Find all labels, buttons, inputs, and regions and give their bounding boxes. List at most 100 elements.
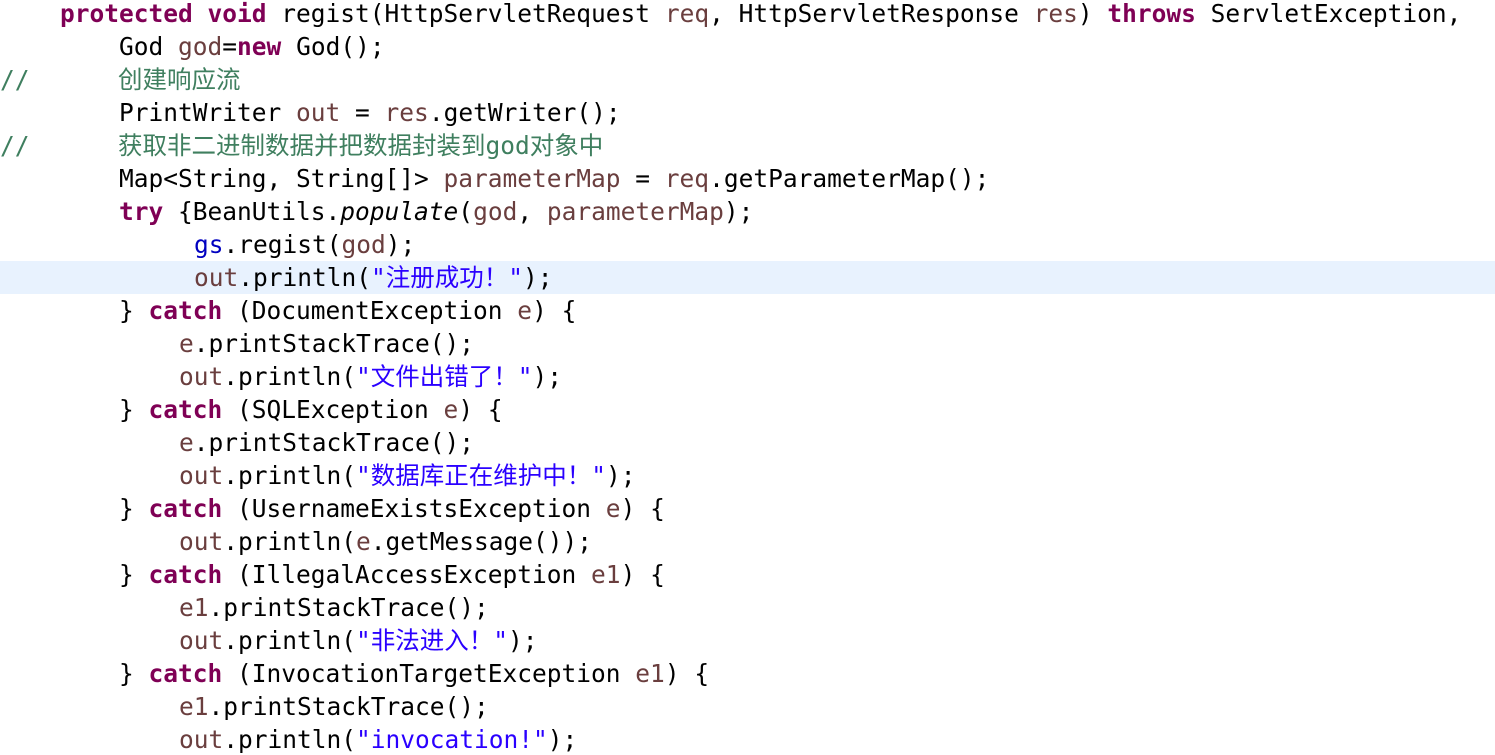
code-line[interactable]: God god=new God(); <box>0 30 1495 63</box>
code-token: .getParameterMap(); <box>709 164 990 193</box>
code-token: .getMessage()); <box>370 527 593 556</box>
code-token: PrintWriter <box>119 98 297 127</box>
code-line[interactable]: PrintWriter out = res.getWriter(); <box>0 96 1495 129</box>
variable-token: e <box>179 329 194 358</box>
code-line[interactable]: gs.regist(god); <box>0 228 1495 261</box>
code-token: , HttpServletResponse <box>709 0 1034 28</box>
code-token: God <box>119 32 179 61</box>
code-token: .printStackTrace(); <box>193 329 475 358</box>
variable-token: parameterMap <box>546 197 724 226</box>
code-line[interactable]: // 创建响应流 <box>0 63 1495 96</box>
variable-token: out <box>179 626 224 655</box>
code-token: .printStackTrace(); <box>208 692 489 721</box>
code-token: (SQLException <box>222 395 444 424</box>
variable-token: god <box>473 197 518 226</box>
variable-token: god <box>178 32 223 61</box>
code-line[interactable]: out.println(e.getMessage()); <box>0 525 1495 558</box>
code-token: , <box>517 197 547 226</box>
keyword-token: try <box>119 197 164 226</box>
variable-token: out <box>179 461 224 490</box>
variable-token: res <box>384 98 429 127</box>
code-token: (UsernameExistsException <box>222 494 606 523</box>
code-token: = <box>222 32 238 61</box>
code-token: .getWriter(); <box>428 98 621 127</box>
code-line[interactable]: protected void regist(HttpServletRequest… <box>0 0 1495 30</box>
code-line[interactable]: } catch (IllegalAccessException e1) { <box>0 558 1495 591</box>
keyword-token: catch <box>148 296 223 325</box>
code-line[interactable]: e1.printStackTrace(); <box>0 690 1495 723</box>
code-token: .println( <box>223 362 357 391</box>
code-token: ) { <box>620 494 665 523</box>
variable-token: e1 <box>591 560 621 589</box>
variable-token: e <box>517 296 533 325</box>
code-token: ) <box>1077 0 1108 28</box>
code-token: = <box>620 164 665 193</box>
code-line[interactable]: } catch (SQLException e) { <box>0 393 1495 426</box>
keyword-token: catch <box>148 494 223 523</box>
variable-token: e <box>443 395 459 424</box>
code-token: ServletException, <box>1195 0 1462 28</box>
code-token: Map<String, String[]> <box>119 164 444 193</box>
code-token: .printStackTrace(); <box>208 593 489 622</box>
code-line[interactable]: e.printStackTrace(); <box>0 426 1495 459</box>
variable-token: out <box>179 725 224 754</box>
keyword-token: protected <box>60 0 193 28</box>
keyword-token: void <box>207 0 267 28</box>
code-token: .println( <box>223 626 357 655</box>
code-token: {BeanUtils. <box>163 197 341 226</box>
variable-token: out <box>296 98 341 127</box>
code-token: } <box>119 560 149 589</box>
code-line[interactable]: } catch (DocumentException e) { <box>0 294 1495 327</box>
variable-token: parameterMap <box>443 164 621 193</box>
variable-token: req <box>664 164 710 193</box>
comment-token: // 获取非二进制数据并把数据封装到god对象中 <box>0 131 604 160</box>
code-token: ); <box>532 362 563 391</box>
code-line[interactable]: e.printStackTrace(); <box>0 327 1495 360</box>
code-token: God(); <box>281 32 385 61</box>
code-line[interactable]: e1.printStackTrace(); <box>0 591 1495 624</box>
code-token: } <box>119 659 149 688</box>
code-token: ) { <box>532 296 577 325</box>
code-token: (InvocationTargetException <box>222 659 636 688</box>
string-literal-token: "数据库正在维护中！" <box>356 461 607 490</box>
code-token: } <box>119 296 149 325</box>
code-line[interactable]: } catch (InvocationTargetException e1) { <box>0 657 1495 690</box>
code-token: ); <box>508 626 538 655</box>
variable-token: e1 <box>635 659 665 688</box>
string-literal-token: "invocation!" <box>356 725 548 754</box>
code-line[interactable]: try {BeanUtils.populate(god, parameterMa… <box>0 195 1495 228</box>
code-editor[interactable]: protected void regist(HttpServletRequest… <box>0 0 1495 755</box>
code-line[interactable]: Map<String, String[]> parameterMap = req… <box>0 162 1495 195</box>
code-token: ) { <box>620 560 665 589</box>
field-token: gs <box>194 230 224 259</box>
variable-token: out <box>179 527 224 556</box>
code-token: .println( <box>223 725 357 754</box>
comment-token: // 创建响应流 <box>0 65 241 94</box>
code-token: ) { <box>664 659 710 688</box>
code-line[interactable]: out.println("数据库正在维护中！"); <box>0 459 1495 492</box>
keyword-token: catch <box>148 659 223 688</box>
code-token: } <box>119 494 149 523</box>
code-token: ); <box>606 461 636 490</box>
variable-token: god <box>341 230 386 259</box>
keyword-token: throws <box>1107 0 1196 28</box>
code-token: .println( <box>223 461 357 490</box>
code-token: (DocumentException <box>222 296 518 325</box>
code-line[interactable]: // 获取非二进制数据并把数据封装到god对象中 <box>0 129 1495 162</box>
code-line[interactable]: out.println("invocation!"); <box>0 723 1495 755</box>
variable-token: req <box>664 0 710 28</box>
code-token: .println( <box>223 527 357 556</box>
variable-token: e1 <box>179 593 209 622</box>
code-token: ); <box>723 197 754 226</box>
code-token: ( <box>458 197 474 226</box>
code-line[interactable]: } catch (UsernameExistsException e) { <box>0 492 1495 525</box>
code-line[interactable]: out.println("文件出错了！"); <box>0 360 1495 393</box>
code-token: regist(HttpServletRequest <box>266 0 665 28</box>
variable-token: e <box>356 527 371 556</box>
code-line-current[interactable]: out.println("注册成功！"); <box>0 261 1495 294</box>
static-method-token: populate <box>340 197 459 226</box>
variable-token: e <box>179 428 194 457</box>
code-line[interactable]: out.println("非法进入！"); <box>0 624 1495 657</box>
code-token: = <box>340 98 385 127</box>
